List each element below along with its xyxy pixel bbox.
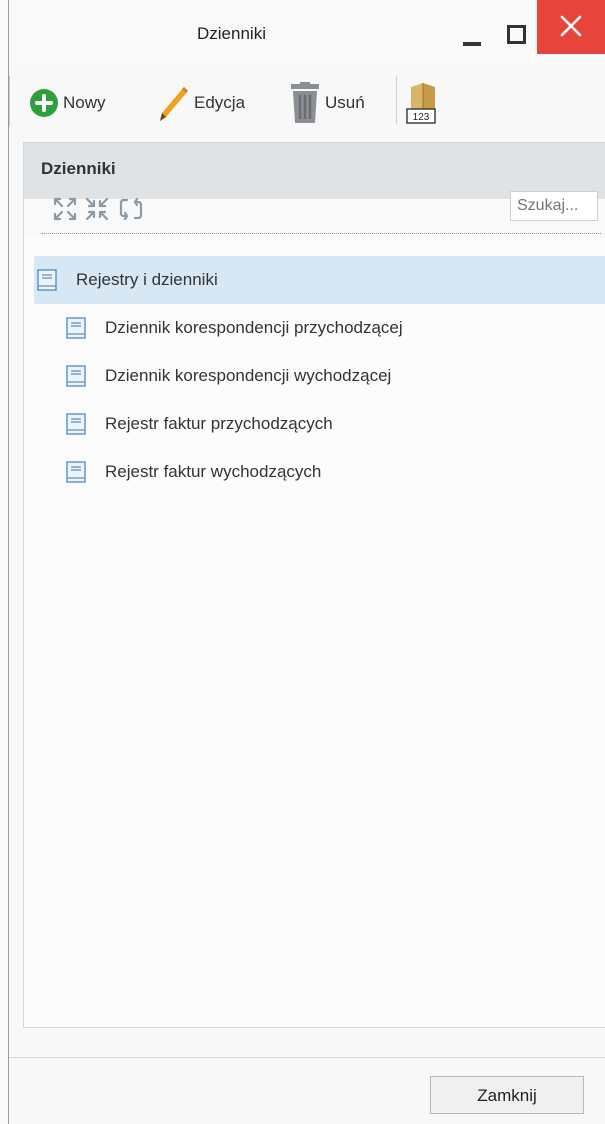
dialog-window: Dzienniki Nowy Edycja Usuń 123 Dzienniki… bbox=[8, 0, 605, 1124]
trash-icon bbox=[291, 82, 319, 123]
refresh-button[interactable] bbox=[118, 193, 144, 223]
book-icon bbox=[66, 365, 86, 387]
minimize-button[interactable] bbox=[452, 0, 492, 58]
footer-divider bbox=[9, 1057, 605, 1058]
window-title: Dzienniki bbox=[197, 24, 266, 43]
title-bar: Dzienniki bbox=[9, 0, 605, 70]
tree-node-incoming-invoices[interactable]: Rejestr faktur przychodzących bbox=[34, 400, 605, 448]
refresh-icon bbox=[119, 197, 143, 221]
panel-toolbar bbox=[24, 191, 605, 237]
numbering-icon: 123 bbox=[406, 83, 436, 124]
edit-button-label: Edycja bbox=[194, 93, 246, 112]
delete-button-label: Usuń bbox=[325, 93, 365, 112]
tree-node-root[interactable]: Rejestry i dzienniki bbox=[34, 256, 605, 304]
tree-node-incoming-correspondence[interactable]: Dziennik korespondencji przychodzącej bbox=[34, 304, 605, 352]
tree-node-outgoing-correspondence[interactable]: Dziennik korespondencji wychodzącej bbox=[34, 352, 605, 400]
pencil-icon bbox=[160, 87, 188, 121]
book-icon bbox=[66, 461, 86, 483]
close-button[interactable]: Zamknij bbox=[430, 1076, 584, 1114]
collapse-all-icon bbox=[85, 197, 109, 221]
plus-circle-icon bbox=[30, 89, 58, 117]
expand-all-icon bbox=[53, 197, 77, 221]
svg-text:123: 123 bbox=[413, 112, 430, 123]
journals-tree: Rejestry i dzienniki Dziennik koresponde… bbox=[34, 256, 605, 496]
book-icon bbox=[66, 317, 86, 339]
delete-button[interactable]: Usuń bbox=[289, 78, 365, 128]
maximize-icon bbox=[507, 25, 526, 44]
close-icon bbox=[560, 15, 582, 37]
book-icon bbox=[37, 269, 57, 291]
tree-node-label: Rejestr faktur przychodzących bbox=[105, 414, 333, 433]
panel-title: Dzienniki bbox=[41, 159, 116, 178]
book-icon bbox=[66, 413, 86, 435]
header-divider bbox=[41, 233, 601, 234]
close-window-button[interactable] bbox=[537, 0, 605, 54]
tree-node-label: Dziennik korespondencji wychodzącej bbox=[105, 366, 392, 385]
minimize-icon bbox=[463, 42, 481, 46]
tree-node-label: Dziennik korespondencji przychodzącej bbox=[105, 318, 403, 337]
new-button[interactable]: Nowy bbox=[29, 78, 106, 128]
new-button-label: Nowy bbox=[63, 93, 106, 112]
toolbar-divider bbox=[9, 76, 10, 126]
journals-panel: Dzienniki Szukaj... Rejestry i dzienniki… bbox=[23, 142, 605, 1028]
toolbar: Nowy Edycja Usuń 123 bbox=[9, 72, 605, 134]
collapse-all-button[interactable] bbox=[84, 193, 110, 223]
numbering-button[interactable]: 123 bbox=[401, 78, 441, 128]
tree-node-label: Rejestry i dzienniki bbox=[76, 270, 218, 289]
expand-all-button[interactable] bbox=[52, 193, 78, 223]
tree-node-label: Rejestr faktur wychodzących bbox=[105, 462, 322, 481]
maximize-button[interactable] bbox=[497, 0, 537, 58]
edit-button[interactable]: Edycja bbox=[154, 78, 245, 128]
tree-node-outgoing-invoices[interactable]: Rejestr faktur wychodzących bbox=[34, 448, 605, 496]
toolbar-divider bbox=[396, 76, 397, 124]
search-input[interactable] bbox=[510, 191, 598, 221]
